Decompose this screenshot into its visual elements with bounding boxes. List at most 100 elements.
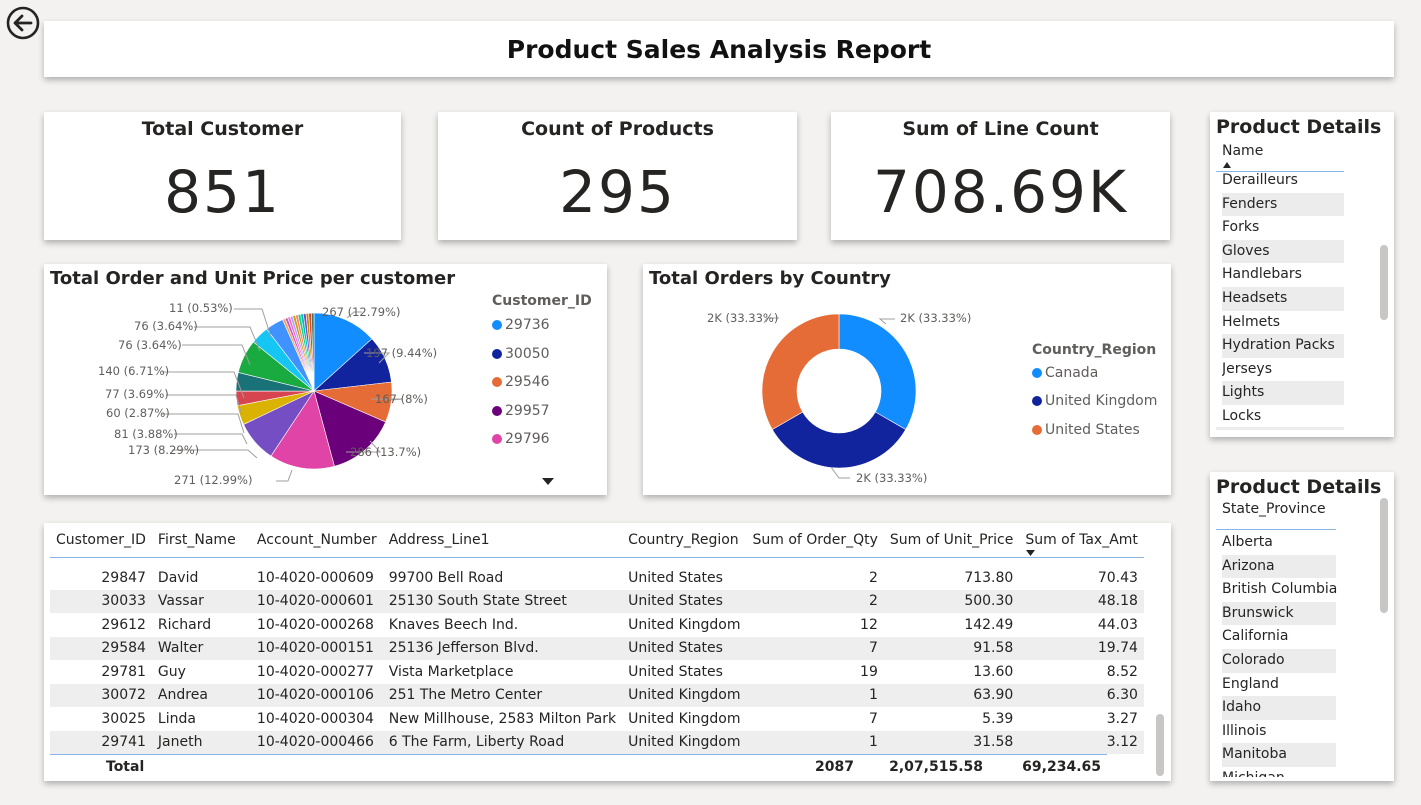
table-row[interactable]: 30072 Andrea 10-4020-000106 251 The Metr… xyxy=(50,683,1144,707)
sort-ascending-icon[interactable] xyxy=(1223,162,1231,168)
customer-table: Customer_ID First_Name Account_Number Ad… xyxy=(50,523,1144,754)
slicer-item[interactable]: British Columbia xyxy=(1222,578,1344,602)
table-cell: 29847 xyxy=(101,569,146,586)
slicer-item[interactable]: Headsets xyxy=(1222,286,1344,311)
table-cell: United States xyxy=(628,663,723,680)
pie-legend-item[interactable]: 29736 xyxy=(492,317,550,333)
table-cell: 2 xyxy=(868,569,878,586)
table-cell: 8.52 xyxy=(1106,663,1138,680)
table-row[interactable]: 30025 Linda 10-4020-000304 New Millhouse… xyxy=(50,707,1144,731)
donut-slice-1[interactable] xyxy=(838,313,917,430)
legend-scroll-down-icon[interactable] xyxy=(542,478,554,486)
slicer-item[interactable]: Derailleurs xyxy=(1222,169,1344,193)
table-cell: 10-4020-000151 xyxy=(250,636,383,660)
table-scrollbar[interactable] xyxy=(1156,714,1164,776)
table-cell: United Kingdom xyxy=(622,730,747,754)
column-header[interactable]: Address_Line1 xyxy=(382,523,623,558)
table-cell: David xyxy=(157,569,199,586)
slicer-item[interactable]: Idaho xyxy=(1222,696,1336,720)
pie-leader-line-5 xyxy=(276,469,293,482)
legend-label: 29546 xyxy=(505,374,550,390)
pie-label-10: 140 (6.71%) xyxy=(98,364,169,378)
pie-label-3: 167 (8%) xyxy=(375,392,428,406)
slicer-item[interactable]: England xyxy=(1222,673,1344,697)
product-slicer-card[interactable]: Product Details Name Derailleurs Fenders… xyxy=(1210,112,1394,437)
table-row[interactable]: 30033 Vassar 10-4020-000601 25130 South … xyxy=(50,589,1144,613)
table-row[interactable]: 29847 David 10-4020-000609 99700 Bell Ro… xyxy=(50,566,1144,590)
donut-legend-item[interactable]: United Kingdom xyxy=(1032,393,1157,409)
table-cell: New Millhouse, 2583 Milton Park xyxy=(388,710,617,727)
table-cell: 44.03 xyxy=(1097,616,1138,633)
column-header[interactable]: First_Name xyxy=(151,523,251,558)
pie-legend-item[interactable]: 30050 xyxy=(492,346,550,362)
slicer-item[interactable]: Arizona xyxy=(1222,554,1336,579)
table-cell: 5.39 xyxy=(982,710,1014,727)
table-cell: 10-4020-000277 xyxy=(256,663,374,680)
table-cell: 25136 Jefferson Blvd. xyxy=(382,636,623,660)
table-cell: 25130 South State Street xyxy=(382,589,623,613)
report-title: Product Sales Analysis Report xyxy=(506,34,932,64)
donut-legend-item[interactable]: Canada xyxy=(1032,365,1098,381)
slicer-item[interactable]: Gloves xyxy=(1222,239,1344,264)
slicer-item[interactable]: Brunswick xyxy=(1222,601,1336,626)
column-header[interactable]: Sum of Tax_Amt xyxy=(1019,523,1144,558)
slicer-item[interactable]: Alberta xyxy=(1222,531,1344,555)
slicer-item[interactable]: Locks xyxy=(1222,405,1344,429)
column-header[interactable]: Sum of Unit_Price xyxy=(883,523,1020,558)
column-header[interactable]: Customer_ID xyxy=(50,523,152,558)
table-row[interactable]: 29584 Walter 10-4020-000151 25136 Jeffer… xyxy=(50,636,1144,660)
pie-legend-item[interactable]: 29546 xyxy=(492,374,550,390)
slicer-item[interactable]: Michigan xyxy=(1222,767,1344,777)
donut-slice-3[interactable] xyxy=(761,313,840,430)
slicer-item[interactable]: Illinois xyxy=(1222,720,1344,744)
state-slicer-scrollbar[interactable] xyxy=(1380,498,1388,613)
donut-slice-2[interactable] xyxy=(771,411,907,469)
slicer-item[interactable]: Lights xyxy=(1222,381,1344,405)
donut-chart-card[interactable]: Total Orders by Country 2K (33.33%) 2K (… xyxy=(643,264,1171,495)
donut-chart[interactable]: 2K (33.33%) 2K (33.33%) 2K (33.33%) xyxy=(643,295,1023,495)
pie-legend-item[interactable]: 29957 xyxy=(492,403,550,419)
table-cell: 63.90 xyxy=(883,683,1020,707)
table-row[interactable]: 29781 Guy 10-4020-000277 Vista Marketpla… xyxy=(50,660,1144,684)
table-cell: 1 xyxy=(746,730,884,754)
donut-label-canada: 2K (33.33%) xyxy=(900,311,971,325)
pie-legend-item[interactable]: 29796 xyxy=(492,431,550,447)
slicer-item[interactable]: Colorado xyxy=(1222,648,1336,673)
table-cell: 500.30 xyxy=(883,589,1020,613)
pie-leader-line-11 xyxy=(182,344,251,366)
table-cell: 10-4020-000609 xyxy=(256,569,374,586)
slicer-item[interactable]: Fenders xyxy=(1222,192,1344,217)
table-cell: 10-4020-000106 xyxy=(250,683,383,707)
kpi-total-customer[interactable]: Total Customer 851 xyxy=(44,112,401,240)
slicer-item[interactable]: Forks xyxy=(1222,216,1344,240)
table-cell: 30072 xyxy=(50,683,152,707)
table-row[interactable]: 29612 Richard 10-4020-000268 Knaves Beec… xyxy=(50,613,1144,637)
slicer-item[interactable]: Handlebars xyxy=(1222,263,1344,287)
customer-table-card[interactable]: Customer_ID First_Name Account_Number Ad… xyxy=(44,523,1171,781)
pie-label-13: 11 (0.53%) xyxy=(169,301,233,315)
kpi-count-of-products[interactable]: Count of Products 295 xyxy=(438,112,797,240)
back-arrow-icon[interactable] xyxy=(5,5,41,41)
product-slicer-scrollbar[interactable] xyxy=(1380,245,1388,320)
table-cell: 713.80 xyxy=(964,569,1014,586)
pie-label-9: 77 (3.69%) xyxy=(105,387,169,401)
pie-chart-card[interactable]: Total Order and Unit Price per customer … xyxy=(44,264,607,495)
table-cell: Knaves Beech Ind. xyxy=(388,616,519,633)
column-header[interactable]: Country_Region xyxy=(622,523,747,558)
pie-label-1: 267 (12.79%) xyxy=(322,305,400,319)
sort-descending-icon[interactable] xyxy=(1026,550,1036,556)
column-header[interactable]: Sum of Order_Qty xyxy=(746,523,884,558)
pie-chart[interactable]: 267 (12.79%) 197 (9.44%) 167 (8%) 286 (1… xyxy=(44,295,484,495)
slicer-item[interactable]: Helmets xyxy=(1222,311,1344,335)
column-header[interactable]: Account_Number xyxy=(250,523,383,558)
slicer-item[interactable]: Hydration Packs xyxy=(1222,334,1344,358)
state-slicer-card[interactable]: Product Details State_Province Alberta A… xyxy=(1210,472,1394,781)
table-row[interactable]: 29741 Janeth 10-4020-000466 6 The Farm, … xyxy=(50,730,1144,754)
donut-legend-item[interactable]: United States xyxy=(1032,422,1140,438)
table-cell: 10-4020-000466 xyxy=(250,730,383,754)
slicer-item[interactable]: California xyxy=(1222,625,1344,649)
slicer-item[interactable]: Manitoba xyxy=(1222,743,1336,767)
slicer-item[interactable]: Jerseys xyxy=(1222,358,1344,382)
kpi-sum-of-line-count[interactable]: Sum of Line Count 708.69K xyxy=(831,112,1170,240)
legend-dot xyxy=(1032,425,1042,435)
